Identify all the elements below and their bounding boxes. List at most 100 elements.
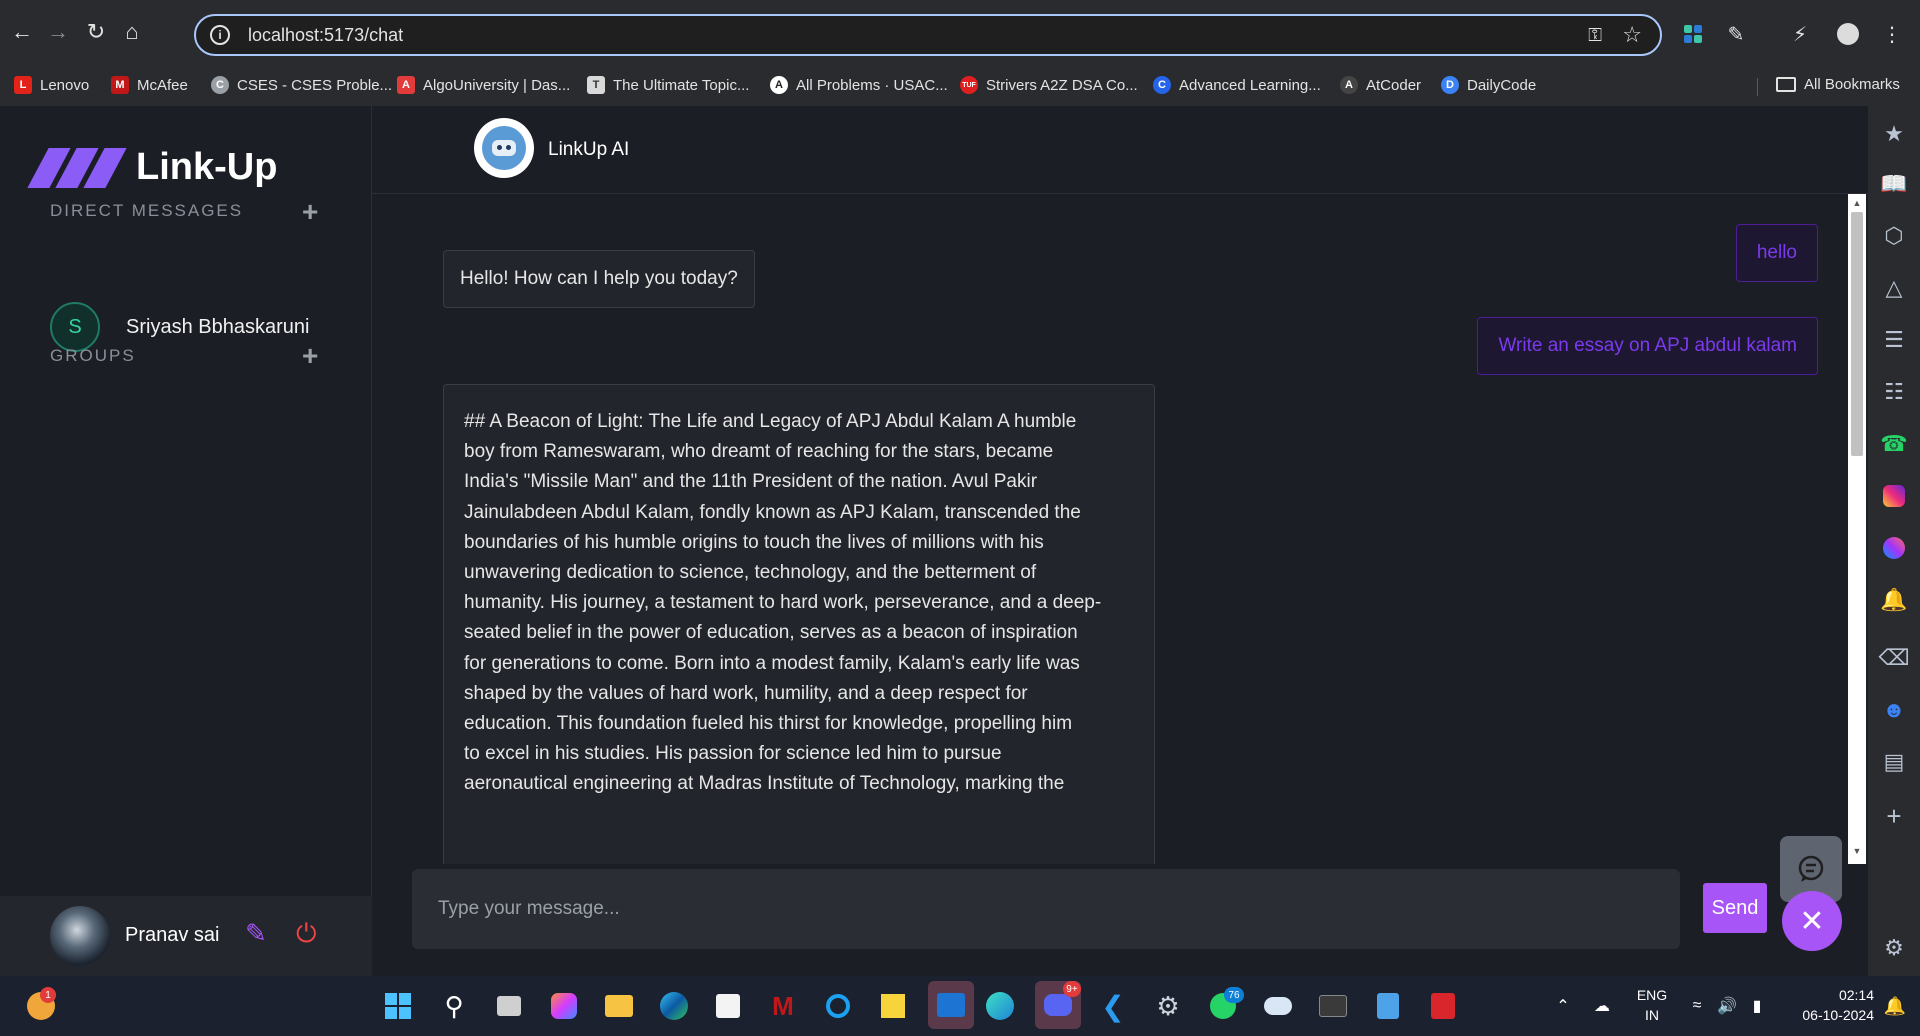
cortana-circle-icon[interactable] <box>821 989 855 1023</box>
app-sidebar: Link-Up DIRECT MESSAGES + S Sriyash Bbha… <box>0 106 372 976</box>
profile-avatar-icon[interactable] <box>1834 20 1862 48</box>
input-region[interactable]: IN <box>1632 1007 1672 1023</box>
search-icon[interactable]: ⚲ <box>437 989 471 1023</box>
site-info-icon[interactable]: i <box>210 25 230 45</box>
mcafee-icon: M <box>111 76 129 94</box>
settings-gear-icon[interactable]: ⚙ <box>1880 934 1908 962</box>
weather-widget-icon[interactable]: 1 <box>24 987 58 1023</box>
task-view-icon[interactable] <box>492 989 526 1023</box>
essay-line: Jainulabdeen Abdul Kalam, fondly known a… <box>464 501 1081 523</box>
message-input[interactable] <box>438 898 1638 920</box>
clock-time[interactable]: 02:14 <box>1784 987 1874 1003</box>
file-explorer-icon[interactable] <box>602 989 636 1023</box>
cloud-sync-icon[interactable] <box>1261 989 1295 1023</box>
bookmark-cses[interactable]: C CSES - CSES Proble... <box>211 76 392 94</box>
bookmark-dailycode[interactable]: D DailyCode <box>1441 76 1536 94</box>
bookmark-lenovo[interactable]: L Lenovo <box>14 76 89 94</box>
notification-bell-icon[interactable]: 🔔 <box>1878 989 1912 1023</box>
onedrive-icon[interactable]: ☁ <box>1585 989 1619 1023</box>
weather-badge: 1 <box>40 987 56 1003</box>
edge-dev-icon[interactable] <box>983 989 1017 1023</box>
translate-docs-icon[interactable]: ☰ <box>1880 326 1908 354</box>
edit-profile-pencil-icon[interactable]: ✎ <box>245 918 267 949</box>
bookmark-star-icon[interactable]: ☆ <box>1622 22 1642 48</box>
bot-essay-message: ## A Beacon of Light: The Life and Legac… <box>443 384 1155 864</box>
extension-icon[interactable] <box>1679 20 1707 48</box>
terminal-icon[interactable] <box>1316 989 1350 1023</box>
bookmark-atcoder[interactable]: A AtCoder <box>1340 76 1421 94</box>
volume-icon[interactable]: 🔊 <box>1710 989 1744 1023</box>
analytics-chart-icon[interactable]: ▤ <box>1880 748 1908 776</box>
add-direct-message-button[interactable]: + <box>302 198 318 226</box>
messenger-icon[interactable] <box>1880 534 1908 562</box>
profile-bar: Pranav sai ✎ ⏻ <box>0 896 372 976</box>
add-group-button[interactable]: + <box>302 342 318 370</box>
bookmark-label: CSES - CSES Proble... <box>237 76 393 94</box>
brand-logo[interactable]: Link-Up <box>26 146 277 189</box>
whatsapp-icon[interactable]: ☎ <box>1880 430 1908 458</box>
add-panel-icon[interactable]: + <box>1880 801 1908 831</box>
mcafee-app-icon[interactable]: M <box>766 989 800 1023</box>
edge-browser-icon[interactable] <box>657 989 691 1023</box>
acrobat-pdf-icon[interactable] <box>1426 989 1460 1023</box>
home-icon[interactable]: ⌂ <box>116 16 148 48</box>
contact-avatar: S <box>50 302 100 352</box>
menu-kebab-icon[interactable]: ⋮ <box>1878 20 1906 48</box>
contact-item[interactable]: S Sriyash Bbhaskaruni <box>50 302 309 352</box>
bot-avatar <box>474 118 534 178</box>
robot-icon <box>482 126 526 170</box>
bookmark-advanced-learning[interactable]: C Advanced Learning... <box>1153 76 1321 94</box>
outlook-icon[interactable] <box>928 981 974 1029</box>
forward-arrow-icon[interactable]: → <box>42 16 74 48</box>
bookmark-algouniversity[interactable]: A AlgoUniversity | Das... <box>397 76 570 94</box>
bookmark-ultimate-topic[interactable]: T The Ultimate Topic... <box>587 76 749 94</box>
instagram-icon[interactable] <box>1880 482 1908 510</box>
book-icon[interactable]: 📖 <box>1880 170 1908 198</box>
notepad-icon[interactable]: ☷ <box>1880 378 1908 406</box>
close-chat-button[interactable]: ✕ <box>1782 891 1842 951</box>
bookmark-usaco[interactable]: A All Problems · USAC... <box>770 76 948 94</box>
microsoft-store-icon[interactable] <box>711 989 745 1023</box>
copilot-icon[interactable] <box>547 989 581 1023</box>
all-bookmarks-label: All Bookmarks <box>1804 76 1900 93</box>
start-windows-icon[interactable] <box>381 989 415 1023</box>
bookmark-strivers[interactable]: TUF Strivers A2Z DSA Co... <box>960 76 1138 94</box>
url-text[interactable]: localhost:5173/chat <box>248 25 403 46</box>
message-text: Hello! How can I help you today? <box>460 268 738 289</box>
translate-icon[interactable]: ⌫ <box>1878 644 1909 672</box>
vscode-icon[interactable]: ❮ <box>1096 989 1130 1023</box>
battery-icon[interactable]: ▮ <box>1740 989 1774 1023</box>
password-key-icon[interactable]: ⚿ <box>1588 25 1602 46</box>
scroll-down-arrow-icon[interactable]: ▼ <box>1851 846 1863 858</box>
brand-name: Link-Up <box>136 146 278 188</box>
reading-list-icon[interactable]: ★ <box>1880 120 1908 148</box>
notification-bell-icon[interactable]: 🔔 <box>1880 586 1908 614</box>
message-composer <box>412 869 1680 949</box>
copilot-robot-icon[interactable]: ☻ <box>1880 696 1908 724</box>
address-bar[interactable]: i localhost:5173/chat ⚿ ☆ <box>194 14 1662 56</box>
clock-date[interactable]: 06-10-2024 <box>1774 1007 1874 1023</box>
logout-power-icon[interactable]: ⏻ <box>296 918 317 950</box>
cube-icon[interactable]: ⬡ <box>1880 222 1908 250</box>
all-bookmarks-folder[interactable]: All Bookmarks <box>1776 76 1900 93</box>
scrollbar-thumb[interactable] <box>1851 212 1863 456</box>
discord-icon[interactable]: 9+ <box>1035 981 1081 1029</box>
input-language[interactable]: ENG <box>1632 987 1672 1003</box>
wifi-icon[interactable]: ≈ <box>1680 989 1714 1023</box>
settings-gear-icon[interactable]: ⚙ <box>1151 989 1185 1023</box>
performance-icon[interactable]: ⚡ <box>1786 20 1814 48</box>
tray-chevron-up-icon[interactable]: ⌃ <box>1546 989 1580 1023</box>
algouniversity-icon: A <box>397 76 415 94</box>
scroll-up-arrow-icon[interactable]: ▲ <box>1851 198 1863 210</box>
user-avatar[interactable] <box>50 906 110 966</box>
extensions-puzzle-icon[interactable]: ✎ <box>1722 20 1750 48</box>
sticky-notes-icon[interactable] <box>876 989 910 1023</box>
reload-icon[interactable]: ↻ <box>80 16 112 48</box>
back-arrow-icon[interactable]: ← <box>6 16 38 48</box>
essay-line: shaped by the values of hard work, humil… <box>464 682 1028 704</box>
bookmark-mcafee[interactable]: M McAfee <box>111 76 188 94</box>
drive-icon[interactable]: △ <box>1880 274 1908 302</box>
whatsapp-icon[interactable]: 76 <box>1206 987 1244 1023</box>
send-button[interactable]: Send <box>1703 883 1767 933</box>
notepad-app-icon[interactable] <box>1371 989 1405 1023</box>
